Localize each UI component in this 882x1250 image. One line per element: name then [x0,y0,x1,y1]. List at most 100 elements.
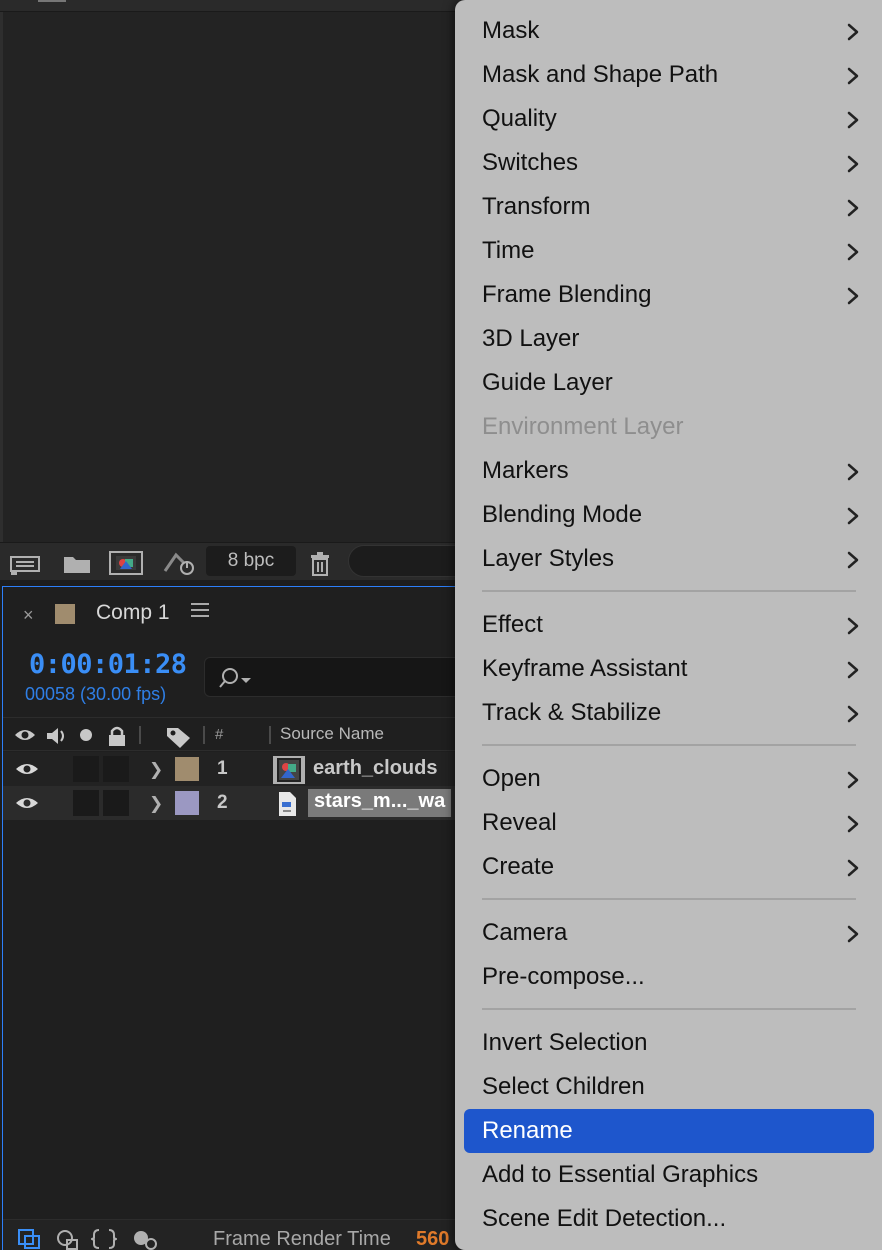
comp-tab-title[interactable]: Comp 1 [96,601,170,625]
frame-render-time-label: Frame Render Time [213,1228,391,1250]
menu-item-label: Create [482,853,555,880]
chevron-right-icon [847,661,859,679]
lock-switch[interactable] [103,790,129,816]
lock-switch[interactable] [103,756,129,782]
comp-label-swatch [55,604,75,624]
menu-item-label: Camera [482,919,568,946]
current-time-display[interactable]: 0:00:01:28 [29,649,187,680]
column-divider[interactable] [203,726,205,744]
panel-menu-icon[interactable] [38,0,66,2]
solo-icon[interactable] [77,725,97,745]
interpret-footage-icon[interactable] [8,549,44,577]
menu-item-camera[interactable]: Camera [464,911,874,955]
chevron-right-icon[interactable]: ❯ [149,760,163,780]
layer-name[interactable]: stars_m..._wa [308,789,452,817]
close-tab-icon[interactable]: × [23,605,34,626]
menu-item-label: Time [482,237,535,264]
panel-menu-icon[interactable] [191,603,209,621]
lock-icon[interactable] [105,725,129,747]
chevron-right-icon [847,551,859,569]
chevron-right-icon [847,815,859,833]
project-panel-header [0,0,470,12]
menu-item-track-and-stabilize[interactable]: Track & Stabilize [464,691,874,735]
in-out-brackets-icon[interactable] [91,1228,117,1250]
blending-modes-icon[interactable] [55,1228,81,1250]
menu-item-mask[interactable]: Mask [464,9,874,53]
render-flowchart-icon[interactable] [162,549,198,577]
menu-item-layer-styles[interactable]: Layer Styles [464,537,874,581]
project-panel: 8 bpc [0,0,478,580]
eye-icon[interactable] [15,795,39,811]
chevron-right-icon [847,925,859,943]
source-name-header[interactable]: Source Name [280,724,384,744]
menu-item-mask-and-shape-path[interactable]: Mask and Shape Path [464,53,874,97]
menu-item-effect[interactable]: Effect [464,603,874,647]
audio-switch[interactable] [73,756,99,782]
eye-icon[interactable] [15,761,39,777]
layer-row[interactable]: ❯ 2 stars_m..._wa [3,786,473,820]
chevron-right-icon [847,617,859,635]
frame-render-time-value: 560 [416,1228,450,1250]
motion-blur-icon[interactable] [131,1228,159,1250]
menu-item-label: Keyframe Assistant [482,655,688,682]
menu-item-guide-layer[interactable]: Guide Layer [464,361,874,405]
menu-item-open[interactable]: Open [464,757,874,801]
audio-icon[interactable] [45,725,69,747]
footage-image-icon [273,756,305,784]
menu-item-reveal[interactable]: Reveal [464,801,874,845]
menu-separator [482,1008,856,1010]
menu-item-label: Add to Essential Graphics [482,1161,759,1188]
trash-icon[interactable] [302,549,338,577]
menu-item-switches[interactable]: Switches [464,141,874,185]
new-folder-icon[interactable] [60,549,96,577]
layer-label-color[interactable] [175,757,199,781]
menu-item-create[interactable]: Create [464,845,874,889]
menu-item-select-children[interactable]: Select Children [464,1065,874,1109]
chevron-right-icon[interactable]: ❯ [149,794,163,814]
column-divider[interactable] [269,726,271,744]
new-composition-icon[interactable] [108,549,144,577]
menu-item-quality[interactable]: Quality [464,97,874,141]
menu-item-add-to-essential-graphics[interactable]: Add to Essential Graphics [464,1153,874,1197]
menu-item-label: Frame Blending [482,281,652,308]
label-tag-icon[interactable] [165,725,193,749]
chevron-right-icon [847,199,859,217]
chevron-right-icon [847,287,859,305]
panel-edge [0,12,3,544]
layer-row[interactable]: ❯ 1 earth_clouds [3,752,473,786]
layer-label-color[interactable] [175,791,199,815]
menu-item-rename[interactable]: Rename [464,1109,874,1153]
chevron-right-icon [847,507,859,525]
layer-number: 1 [217,758,228,779]
menu-item-label: Pre-compose... [482,963,645,990]
chevron-right-icon [847,111,859,129]
menu-separator [482,590,856,592]
menu-item-keyframe-assistant[interactable]: Keyframe Assistant [464,647,874,691]
menu-item-label: Quality [482,105,557,132]
frame-count-display: 00058 (30.00 fps) [25,684,167,704]
chevron-right-icon [847,771,859,789]
menu-item-label: Track & Stabilize [482,699,662,726]
menu-item-markers[interactable]: Markers [464,449,874,493]
bit-depth-button[interactable]: 8 bpc [206,546,296,576]
menu-item-scene-edit-detection[interactable]: Scene Edit Detection... [464,1197,874,1241]
menu-item-label: Layer Styles [482,545,615,572]
layer-name[interactable]: earth_clouds [313,757,437,780]
audio-switch[interactable] [73,790,99,816]
menu-item-label: Scene Edit Detection... [482,1205,727,1232]
video-visibility-icon[interactable] [13,725,37,745]
menu-item-label: Select Children [482,1073,645,1100]
menu-item-label: Transform [482,193,591,220]
column-divider[interactable] [139,726,141,744]
menu-item-time[interactable]: Time [464,229,874,273]
menu-item-transform[interactable]: Transform [464,185,874,229]
menu-item-frame-blending[interactable]: Frame Blending [464,273,874,317]
layer-number-header[interactable]: # [215,726,223,743]
menu-item-pre-compose[interactable]: Pre-compose... [464,955,874,999]
comp-navigator-icon[interactable] [17,1228,43,1250]
menu-item-invert-selection[interactable]: Invert Selection [464,1021,874,1065]
menu-item-3d-layer[interactable]: 3D Layer [464,317,874,361]
timeline-footer: Frame Render Time 560 [3,1219,473,1250]
layer-search-input[interactable] [204,657,484,697]
menu-item-blending-mode[interactable]: Blending Mode [464,493,874,537]
